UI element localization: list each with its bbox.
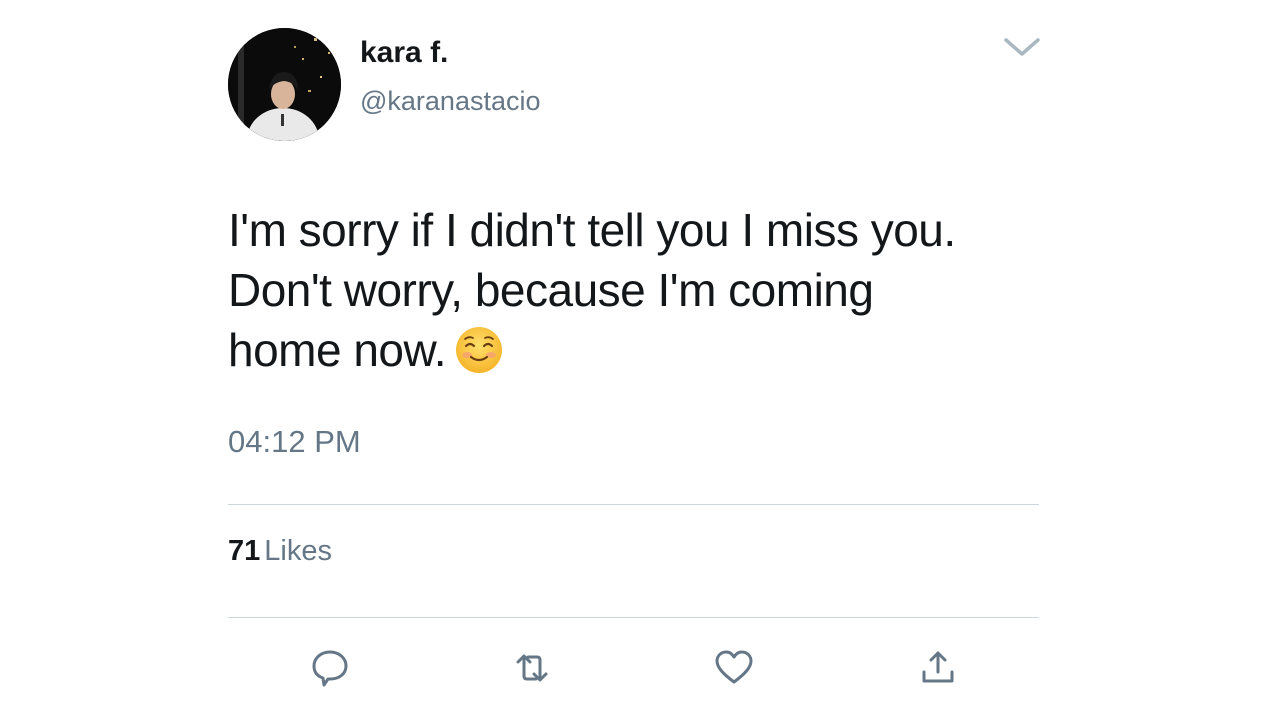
likes-label: Likes bbox=[264, 535, 332, 567]
tweet-line: home now. bbox=[228, 324, 446, 376]
avatar[interactable] bbox=[228, 28, 341, 141]
chevron-down-icon[interactable] bbox=[1002, 34, 1042, 62]
tweet-timestamp[interactable]: 04:12 PM bbox=[228, 424, 361, 460]
retweet-button[interactable] bbox=[510, 646, 554, 690]
heart-icon bbox=[715, 650, 753, 684]
tweet-line: I'm sorry if I didn't tell you I miss yo… bbox=[228, 204, 956, 256]
like-button[interactable] bbox=[712, 646, 756, 690]
likes-stat[interactable]: 71 Likes bbox=[228, 535, 332, 568]
tweet-text: I'm sorry if I didn't tell you I miss yo… bbox=[228, 200, 1028, 380]
tweet-card: kara f. @karanastacio I'm sorry if I did… bbox=[0, 0, 1280, 720]
display-name[interactable]: kara f. bbox=[360, 36, 448, 70]
reply-button[interactable] bbox=[308, 646, 352, 690]
smiling-face-with-blush-emoji-icon bbox=[454, 325, 504, 375]
likes-count: 71 bbox=[228, 535, 261, 567]
share-icon bbox=[922, 651, 954, 683]
share-button[interactable] bbox=[916, 646, 960, 690]
reply-icon bbox=[312, 650, 348, 687]
tweet-line: Don't worry, because I'm coming bbox=[228, 264, 874, 316]
profile-photo-icon bbox=[228, 28, 341, 141]
divider bbox=[228, 617, 1039, 618]
tweet-line-last: home now. bbox=[228, 320, 1028, 380]
retweet-icon bbox=[516, 654, 548, 682]
user-handle[interactable]: @karanastacio bbox=[360, 86, 541, 117]
divider bbox=[228, 504, 1039, 505]
